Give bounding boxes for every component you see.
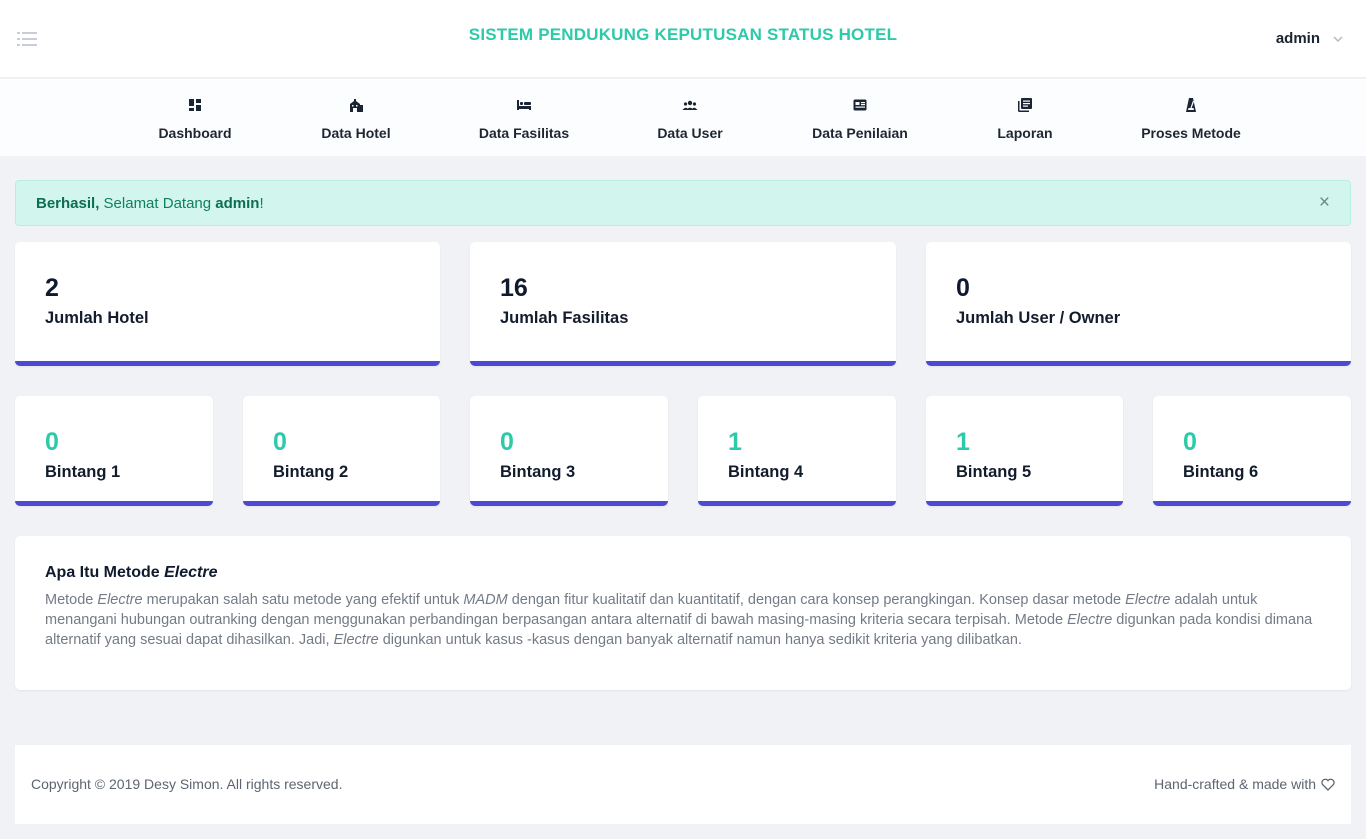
- users-icon: [682, 100, 698, 110]
- stat-card-bintang-5: 1 Bintang 5: [926, 396, 1123, 506]
- nav-label: Dashboard: [158, 125, 232, 141]
- stat-value: 16: [500, 274, 528, 302]
- stat-card-bintang-4: 1 Bintang 4: [698, 396, 896, 506]
- nav-label: Proses Metode: [1141, 125, 1241, 141]
- stat-card-jumlah-user: 0 Jumlah User / Owner: [926, 242, 1351, 366]
- stat-card-jumlah-fasilitas: 16 Jumlah Fasilitas: [470, 242, 896, 366]
- stat-label: Bintang 3: [500, 463, 576, 481]
- top-bar: SISTEM PENDUKUNG KEPUTUSAN STATUS HOTEL …: [0, 0, 1366, 78]
- nav-laporan[interactable]: Laporan: [950, 97, 1100, 141]
- info-paragraph: Metode Electre merupakan salah satu meto…: [45, 590, 1321, 650]
- alert-strong: Berhasil,: [36, 195, 100, 212]
- library-books-icon: [1018, 98, 1032, 112]
- info-em: Electre: [1125, 592, 1171, 608]
- dashboard-icon: [189, 99, 201, 111]
- bed-icon: [517, 100, 531, 110]
- nav-label: Data Penilaian: [812, 125, 908, 141]
- nav-label: Laporan: [997, 125, 1053, 141]
- close-icon[interactable]: ×: [1319, 193, 1330, 212]
- stat-label: Jumlah User / Owner: [956, 309, 1121, 327]
- stat-value: 0: [500, 428, 514, 456]
- info-title-prefix: Apa Itu Metode: [45, 564, 165, 581]
- info-em: Electre: [333, 632, 379, 648]
- stat-label: Bintang 6: [1183, 463, 1259, 481]
- stat-value: 1: [728, 428, 742, 456]
- nav-data-hotel[interactable]: Data Hotel: [281, 97, 431, 141]
- info-text: merupakan salah satu metode yang efektif…: [142, 592, 464, 608]
- stat-value: 0: [273, 428, 287, 456]
- main-nav: Dashboard Data Hotel Data Fasilitas Data…: [0, 79, 1366, 156]
- info-em: MADM: [463, 592, 508, 608]
- stat-card-jumlah-hotel: 2 Jumlah Hotel: [15, 242, 440, 366]
- footer-copyright: Copyright © 2019 Desy Simon. All rights …: [31, 776, 343, 792]
- user-name[interactable]: admin: [1276, 30, 1320, 47]
- card-icon: [853, 99, 867, 111]
- nav-label: Data Hotel: [321, 125, 391, 141]
- stat-label: Bintang 5: [956, 463, 1032, 481]
- stat-card-bintang-3: 0 Bintang 3: [470, 396, 668, 506]
- stat-value: 2: [45, 274, 59, 302]
- stat-label: Jumlah Hotel: [45, 309, 149, 327]
- footer-credit: Hand-crafted & made with: [1154, 776, 1335, 792]
- alert-end: !: [259, 195, 264, 212]
- metronome-icon: [1186, 98, 1196, 112]
- footer: Copyright © 2019 Desy Simon. All rights …: [15, 745, 1351, 824]
- info-em: Electre: [97, 592, 143, 608]
- success-alert: Berhasil, Selamat Datang admin! ×: [15, 180, 1351, 226]
- nav-proses-metode[interactable]: Proses Metode: [1116, 97, 1266, 141]
- stat-card-bintang-6: 0 Bintang 6: [1153, 396, 1351, 506]
- stat-value: 0: [45, 428, 59, 456]
- nav-dashboard[interactable]: Dashboard: [120, 97, 270, 141]
- nav-data-user[interactable]: Data User: [615, 97, 765, 141]
- stat-card-bintang-1: 0 Bintang 1: [15, 396, 213, 506]
- stat-label: Bintang 2: [273, 463, 349, 481]
- stat-value: 0: [1183, 428, 1197, 456]
- nav-data-fasilitas[interactable]: Data Fasilitas: [449, 97, 599, 141]
- heart-icon: [1321, 778, 1335, 791]
- info-title-em: Electre: [164, 564, 218, 581]
- stat-label: Jumlah Fasilitas: [500, 309, 629, 327]
- stat-label: Bintang 1: [45, 463, 121, 481]
- info-em: Electre: [1067, 612, 1113, 628]
- building-icon: [350, 99, 363, 112]
- stat-label: Bintang 4: [728, 463, 804, 481]
- electre-info-card: Apa Itu Metode Electre Metode Electre me…: [15, 536, 1351, 690]
- footer-credit-text: Hand-crafted & made with: [1154, 776, 1316, 792]
- info-text: digunkan untuk kasus -kasus dengan banya…: [378, 632, 1022, 648]
- stat-value: 1: [956, 428, 970, 456]
- nav-data-penilaian[interactable]: Data Penilaian: [785, 97, 935, 141]
- alert-user: admin: [215, 195, 260, 212]
- info-text: Metode: [45, 592, 98, 608]
- info-title: Apa Itu Metode Electre: [45, 564, 1321, 582]
- alert-text: Selamat Datang: [99, 195, 216, 212]
- chevron-down-icon[interactable]: [1332, 33, 1344, 45]
- nav-label: Data Fasilitas: [478, 125, 570, 141]
- nav-label: Data User: [657, 125, 723, 141]
- stat-card-bintang-2: 0 Bintang 2: [243, 396, 440, 506]
- app-title: SISTEM PENDUKUNG KEPUTUSAN STATUS HOTEL: [468, 25, 898, 44]
- stat-value: 0: [956, 274, 970, 302]
- user-menu[interactable]: admin: [1276, 30, 1344, 47]
- info-text: dengan fitur kualitatif dan kuantitatif,…: [507, 592, 1126, 608]
